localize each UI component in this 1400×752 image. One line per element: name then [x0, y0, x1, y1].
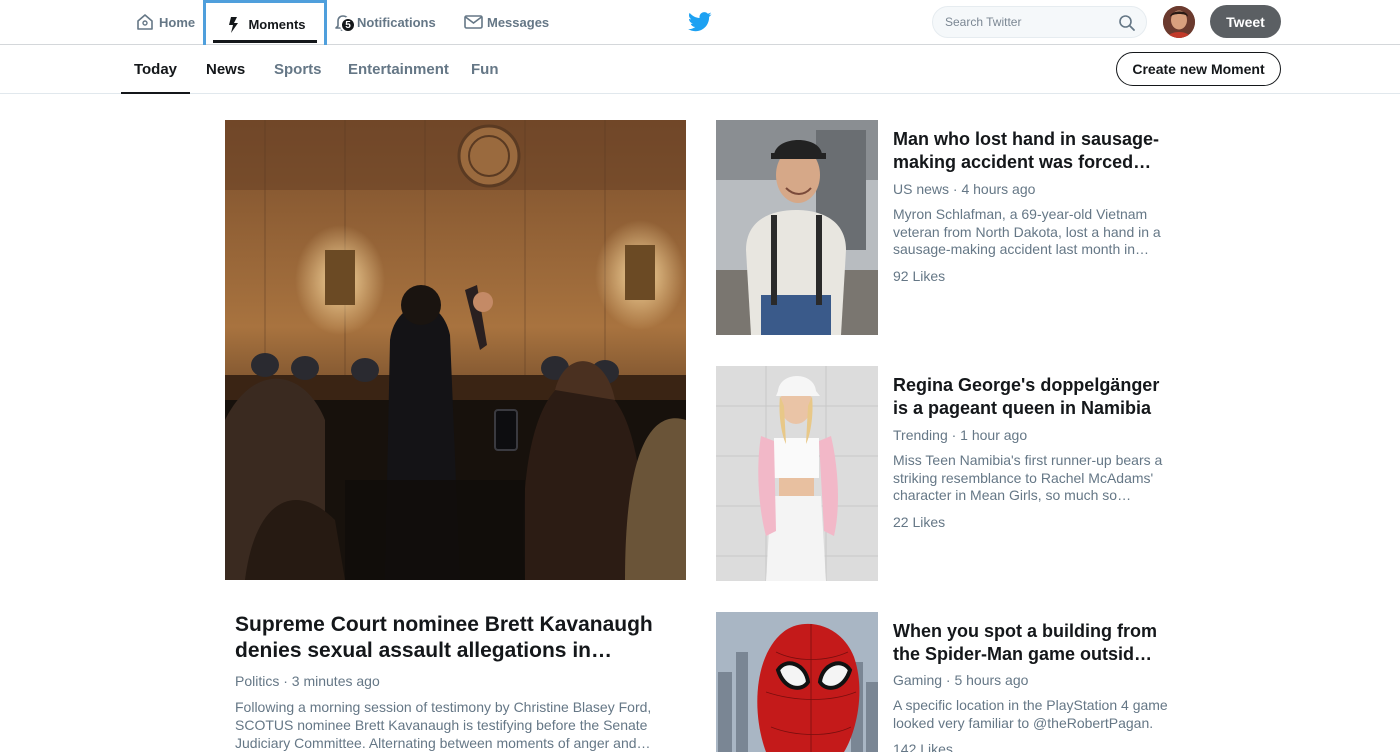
story-card-likes: 92 Likes — [893, 268, 946, 284]
active-nav-underline — [213, 40, 317, 43]
nav-messages-label: Messages — [487, 14, 550, 30]
nav-notifications[interactable]: 5 Notifications — [333, 0, 436, 44]
feature-story-image[interactable] — [225, 120, 686, 580]
story-card-likes: 22 Likes — [893, 514, 946, 530]
tab-today[interactable]: Today — [121, 45, 190, 94]
nav-messages[interactable]: Messages — [463, 0, 549, 44]
story-card-meta: Trending · 1 hour ago — [893, 427, 1028, 443]
story-card-description: Miss Teen Namibia's first runner-up bear… — [893, 452, 1163, 503]
story-card-title[interactable]: Man who lost hand in sausage-making acci… — [893, 128, 1173, 173]
feature-story-meta: Politics · 3 minutes ago — [235, 673, 380, 689]
nav-home[interactable]: Home — [135, 0, 195, 44]
tweet-button[interactable]: Tweet — [1210, 5, 1281, 38]
lightning-icon — [224, 15, 244, 35]
search-icon[interactable] — [1118, 14, 1136, 32]
nav-moments-label: Moments — [248, 17, 306, 32]
story-card-image[interactable] — [716, 612, 878, 752]
envelope-icon — [463, 12, 483, 32]
tab-news-label: News — [206, 60, 246, 78]
story-card-meta: US news · 4 hours ago — [893, 181, 1036, 197]
nav-home-label: Home — [159, 14, 196, 30]
tab-today-label: Today — [133, 60, 178, 78]
story-card-meta: Gaming · 5 hours ago — [893, 672, 1029, 688]
home-icon — [135, 12, 155, 32]
twitter-bird-icon[interactable] — [688, 11, 712, 33]
search-input[interactable] — [945, 15, 1110, 29]
story-card-image[interactable] — [716, 120, 878, 335]
tab-fun-label: Fun — [471, 60, 499, 78]
tab-entertainment-label: Entertainment — [348, 60, 449, 78]
feature-story-title[interactable]: Supreme Court nominee Brett Kavanaugh de… — [235, 612, 675, 664]
story-card-title[interactable]: When you spot a building from the Spider… — [893, 620, 1173, 665]
story-card-description: A specific location in the PlayStation 4… — [893, 697, 1168, 731]
tab-news[interactable]: News — [206, 45, 245, 93]
search-box[interactable] — [932, 6, 1147, 38]
story-card-likes: 142 Likes — [893, 741, 953, 752]
nav-moments[interactable]: Moments — [203, 0, 327, 49]
bell-icon: 5 — [333, 12, 356, 33]
notifications-count-badge: 5 — [340, 17, 356, 33]
nav-notifications-label: Notifications — [357, 14, 436, 30]
feature-story-description: Following a morning session of testimony… — [235, 699, 652, 751]
tab-fun[interactable]: Fun — [471, 45, 499, 93]
moments-tabs-bar: Today News Sports Entertainment Fun Crea… — [0, 45, 1400, 94]
tab-entertainment[interactable]: Entertainment — [348, 45, 449, 93]
story-card-image[interactable] — [716, 366, 878, 581]
tab-sports[interactable]: Sports — [274, 45, 322, 93]
create-new-moment-button[interactable]: Create new Moment — [1116, 52, 1281, 86]
top-navigation-bar: Home Moments 5 Notifications Messages Se… — [0, 0, 1400, 49]
avatar[interactable] — [1163, 6, 1195, 38]
story-card-title[interactable]: Regina George's doppelgänger is a pagean… — [893, 374, 1173, 419]
story-card-description: Myron Schlafman, a 69-year-old Vietnam v… — [893, 206, 1161, 257]
active-tab-underline — [121, 92, 190, 94]
tab-sports-label: Sports — [274, 60, 322, 78]
